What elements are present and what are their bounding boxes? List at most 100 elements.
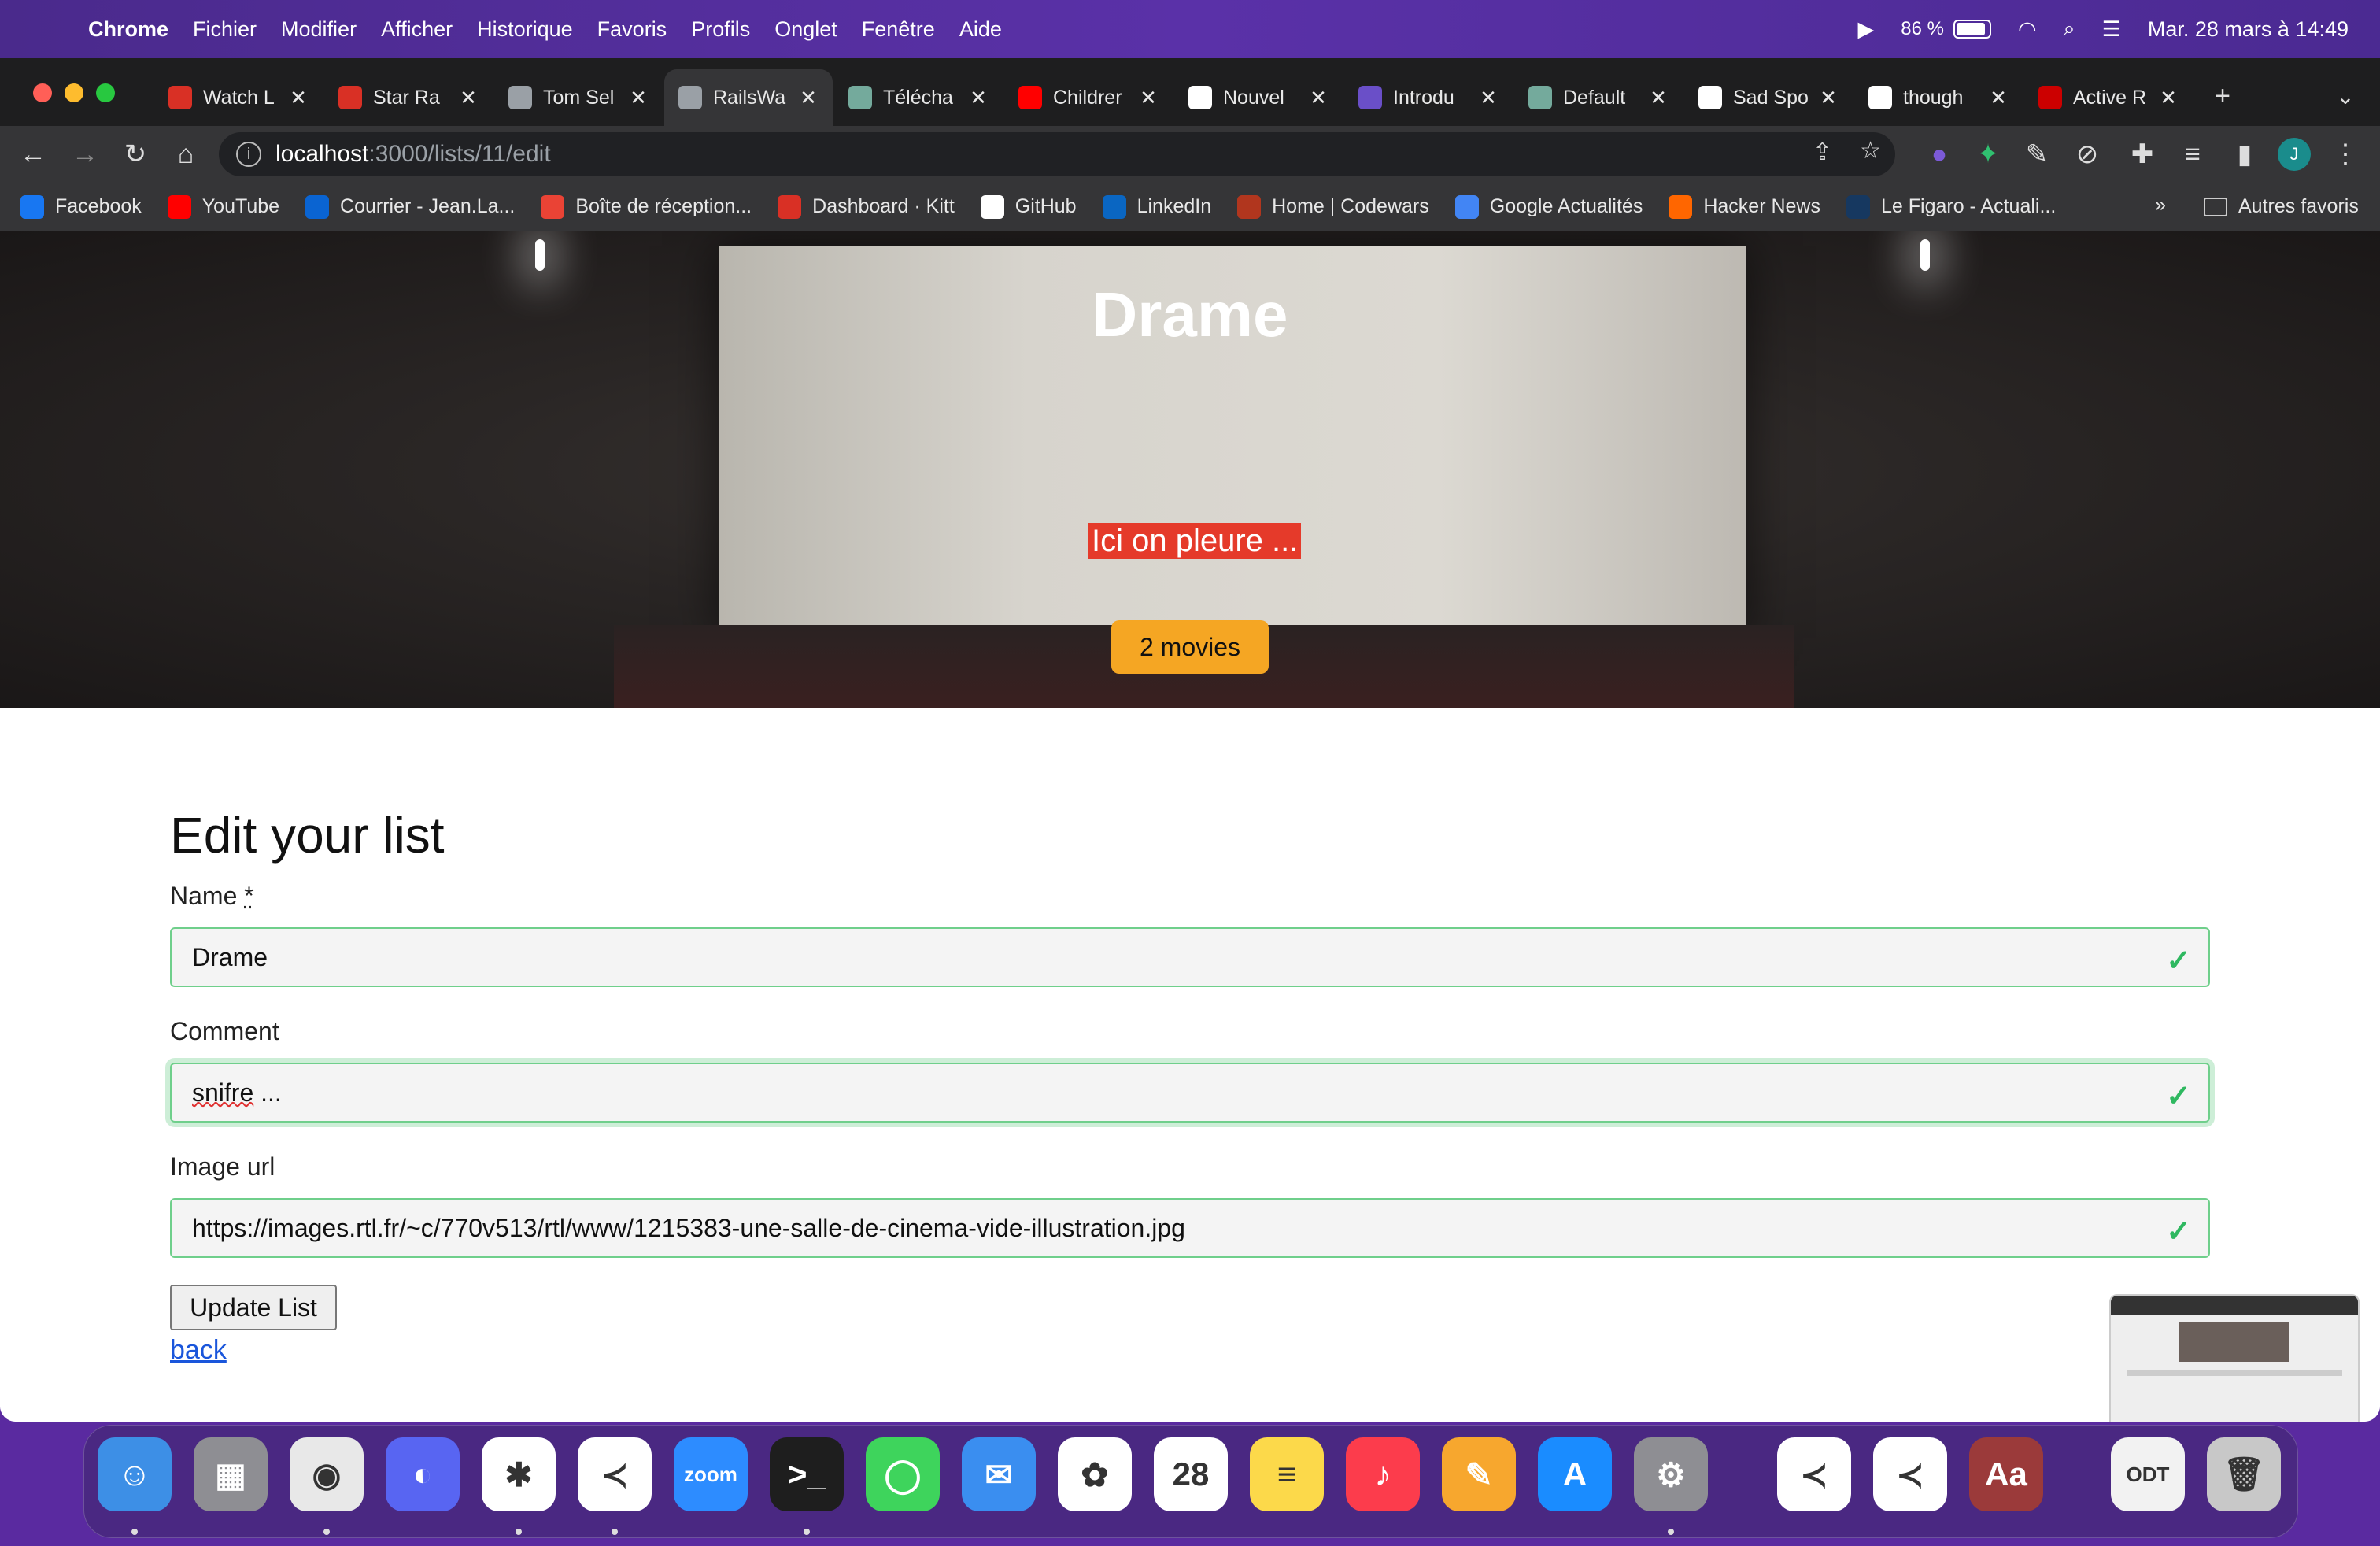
home-icon[interactable]: ⌂ bbox=[167, 135, 205, 173]
bookmark-item[interactable]: LinkedIn bbox=[1102, 194, 1211, 219]
dock-app-chrome-icon[interactable]: ◉ bbox=[290, 1437, 364, 1511]
dock-app-odt-document-icon[interactable]: ODT bbox=[2111, 1437, 2185, 1511]
menu-historique[interactable]: Historique bbox=[477, 17, 573, 42]
back-link[interactable]: back bbox=[170, 1335, 227, 1366]
browser-tab[interactable]: Introdu ✕ bbox=[1344, 69, 1513, 126]
bookmark-item[interactable]: Dashboard · Kitt bbox=[778, 194, 955, 219]
dock-app-vs-code-2-icon[interactable]: ≺ bbox=[1777, 1437, 1851, 1511]
back-arrow-icon[interactable]: ← bbox=[14, 135, 52, 173]
tab-search-chevron-icon[interactable]: ⌄ bbox=[2326, 77, 2364, 115]
new-tab-icon[interactable]: + bbox=[2204, 77, 2241, 115]
menu-profils[interactable]: Profils bbox=[691, 17, 750, 42]
dock-app-system-settings-icon[interactable]: ⚙ bbox=[1634, 1437, 1708, 1511]
reload-icon[interactable]: ↻ bbox=[116, 135, 154, 173]
screen-recording-icon[interactable]: ▶ bbox=[1857, 17, 1874, 42]
window-minimize-button[interactable] bbox=[65, 83, 83, 102]
tab-close-icon[interactable]: ✕ bbox=[458, 86, 479, 110]
dock-app-trash-icon[interactable]: 🗑 bbox=[2207, 1437, 2281, 1511]
browser-tab[interactable]: Childrer ✕ bbox=[1004, 69, 1173, 126]
menu-app-name[interactable]: Chrome bbox=[88, 17, 168, 42]
tab-close-icon[interactable]: ✕ bbox=[288, 86, 309, 110]
dock-app-launchpad-icon[interactable]: ▦ bbox=[194, 1437, 268, 1511]
dock-app-vs-code-3-icon[interactable]: ≺ bbox=[1873, 1437, 1947, 1511]
menu-aide[interactable]: Aide bbox=[959, 17, 1002, 42]
menu-afficher[interactable]: Afficher bbox=[381, 17, 453, 42]
tab-close-icon[interactable]: ✕ bbox=[1308, 86, 1329, 110]
dock-app-calendar-icon[interactable]: 28 bbox=[1154, 1437, 1228, 1511]
browser-tab[interactable]: though ✕ bbox=[1854, 69, 2023, 126]
chrome-menu-icon[interactable]: ⋮ bbox=[2326, 135, 2364, 173]
browser-tab[interactable]: RailsWa ✕ bbox=[664, 69, 833, 126]
dock-app-mail-icon[interactable]: ✉ bbox=[962, 1437, 1036, 1511]
bookmark-star-icon[interactable]: ☆ bbox=[1860, 137, 1881, 165]
tab-close-icon[interactable]: ✕ bbox=[1818, 86, 1839, 110]
window-zoom-button[interactable] bbox=[96, 83, 115, 102]
bookmark-item[interactable]: Boîte de réception... bbox=[541, 194, 752, 219]
menubar-clock[interactable]: Mar. 28 mars à 14:49 bbox=[2148, 17, 2349, 42]
browser-tab[interactable]: Tom Sel ✕ bbox=[494, 69, 663, 126]
update-list-button[interactable]: Update List bbox=[170, 1285, 337, 1330]
comment-input[interactable]: snifre ... ✓ bbox=[170, 1063, 2210, 1123]
site-info-icon[interactable]: i bbox=[236, 142, 261, 167]
menu-fenetre[interactable]: Fenêtre bbox=[862, 17, 935, 42]
bookmark-item[interactable]: Home | Codewars bbox=[1237, 194, 1429, 219]
browser-tab[interactable]: Active R ✕ bbox=[2024, 69, 2193, 126]
dock-app-pages-icon[interactable]: ✎ bbox=[1442, 1437, 1516, 1511]
spotlight-search-icon[interactable]: ⌕ bbox=[2064, 17, 2075, 42]
tab-close-icon[interactable]: ✕ bbox=[628, 86, 649, 110]
address-bar[interactable]: i localhost:3000/lists/11/edit ⇪ ☆ bbox=[219, 132, 1895, 176]
forward-arrow-icon[interactable]: → bbox=[66, 135, 104, 173]
control-center-icon[interactable]: ☰ bbox=[2102, 17, 2121, 42]
screenshot-preview-thumbnail[interactable] bbox=[2109, 1294, 2360, 1422]
extensions-puzzle-icon[interactable]: ✚ bbox=[2123, 135, 2161, 173]
dock-app-notes-icon[interactable]: ≡ bbox=[1250, 1437, 1324, 1511]
side-panel-icon[interactable]: ▮ bbox=[2226, 135, 2264, 173]
browser-tab[interactable]: Sad Spo ✕ bbox=[1684, 69, 1853, 126]
browser-tab[interactable]: Default ✕ bbox=[1514, 69, 1683, 126]
bookmark-item[interactable]: Le Figaro - Actuali... bbox=[1846, 194, 2056, 219]
browser-tab[interactable]: Nouvel ✕ bbox=[1174, 69, 1343, 126]
tab-close-icon[interactable]: ✕ bbox=[1648, 86, 1669, 110]
bookmark-item[interactable]: YouTube bbox=[167, 194, 279, 219]
tab-close-icon[interactable]: ✕ bbox=[2158, 86, 2179, 110]
battery-icon[interactable] bbox=[1953, 20, 1991, 39]
extension-4-icon[interactable]: ⊘ bbox=[2068, 135, 2106, 173]
extension-3-icon[interactable]: ✎ bbox=[2018, 135, 2056, 173]
bookmark-item[interactable]: Facebook bbox=[20, 194, 142, 219]
menu-onglet[interactable]: Onglet bbox=[774, 17, 837, 42]
bookmark-item[interactable]: GitHub bbox=[980, 194, 1077, 219]
dock-app-vs-code-icon[interactable]: ≺ bbox=[578, 1437, 652, 1511]
tab-close-icon[interactable]: ✕ bbox=[968, 86, 989, 110]
window-close-button[interactable] bbox=[33, 83, 52, 102]
menu-modifier[interactable]: Modifier bbox=[281, 17, 357, 42]
dock-app-discord-icon[interactable]: ◐ bbox=[386, 1437, 460, 1511]
browser-tab[interactable]: Star Ra ✕ bbox=[324, 69, 493, 126]
extension-1-icon[interactable]: ● bbox=[1920, 135, 1958, 173]
tab-close-icon[interactable]: ✕ bbox=[798, 86, 819, 110]
browser-tab[interactable]: Télécha ✕ bbox=[834, 69, 1003, 126]
dock-app-app-store-icon[interactable]: A bbox=[1538, 1437, 1612, 1511]
menu-fichier[interactable]: Fichier bbox=[193, 17, 257, 42]
dock-app-slack-icon[interactable]: ✱ bbox=[482, 1437, 556, 1511]
dock-app-zoom-icon[interactable]: zoom bbox=[674, 1437, 748, 1511]
dock-app-music-icon[interactable]: ♪ bbox=[1346, 1437, 1420, 1511]
bookmark-item[interactable]: Hacker News bbox=[1669, 194, 1820, 219]
dock-app-finder-icon[interactable]: ☺ bbox=[98, 1437, 172, 1511]
extension-2-icon[interactable]: ✦ bbox=[1969, 135, 2007, 173]
tab-close-icon[interactable]: ✕ bbox=[1478, 86, 1499, 110]
tab-close-icon[interactable]: ✕ bbox=[1988, 86, 2009, 110]
menu-favoris[interactable]: Favoris bbox=[597, 17, 667, 42]
bookmark-item[interactable]: Google Actualités bbox=[1454, 194, 1643, 219]
share-icon[interactable]: ⇪ bbox=[1813, 139, 1832, 166]
image-url-input[interactable]: https://images.rtl.fr/~c/770v513/rtl/www… bbox=[170, 1198, 2210, 1258]
other-bookmarks-folder[interactable]: Autres favoris bbox=[2204, 195, 2359, 218]
profile-avatar[interactable]: J bbox=[2278, 138, 2311, 171]
dock-app-dictionary-icon[interactable]: Aa bbox=[1969, 1437, 2043, 1511]
name-input[interactable]: Drame ✓ bbox=[170, 927, 2210, 987]
browser-tab[interactable]: Watch L ✕ bbox=[154, 69, 323, 126]
reading-list-icon[interactable]: ≡ bbox=[2174, 135, 2212, 173]
dock-app-messages-icon[interactable]: ◯ bbox=[866, 1437, 940, 1511]
bookmark-item[interactable]: Courrier - Jean.La... bbox=[305, 194, 515, 219]
bookmarks-overflow-chevron[interactable]: » bbox=[2155, 194, 2166, 216]
dock-app-photos-icon[interactable]: ✿ bbox=[1058, 1437, 1132, 1511]
